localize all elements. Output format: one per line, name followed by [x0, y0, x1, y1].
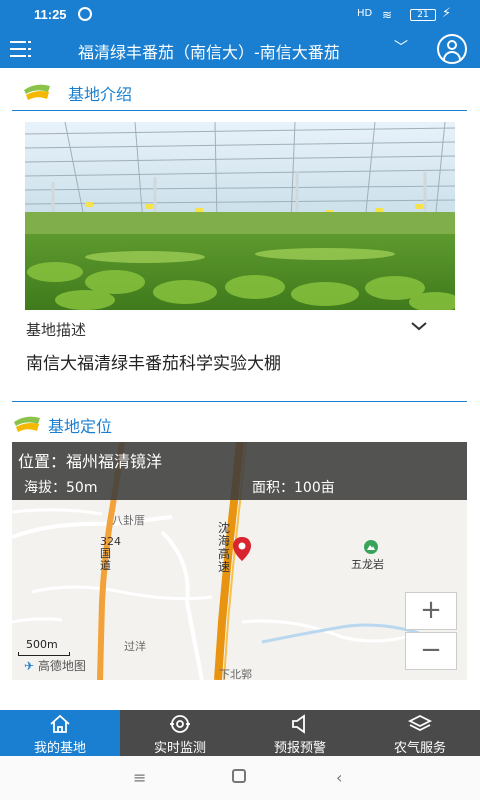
tab-label: 实时监测 [153, 741, 206, 756]
back-nav-icon[interactable]: ‹ [336, 768, 342, 787]
tab-label: 我的基地 [33, 741, 86, 756]
map-label: 324国道 [100, 535, 121, 572]
intro-section-header: 基地介绍 [0, 72, 480, 112]
charging-icon: ⚡ [442, 6, 452, 21]
user-icon[interactable] [437, 34, 467, 64]
alarm-icon [78, 7, 92, 21]
map-scale-label: 500m [26, 638, 58, 651]
description-text: 南信大福清绿丰番茄科学实验大棚 [26, 354, 281, 374]
map-scale-bar [18, 652, 70, 656]
description-label: 基地描述 [26, 321, 87, 339]
tab-my-base[interactable]: 我的基地 [0, 710, 120, 756]
chevron-down-icon[interactable]: ﹀ [394, 37, 408, 57]
map-label: 沈海高速 [218, 521, 231, 574]
amap-logo-icon: ✈ [24, 659, 35, 673]
tab-agri-weather-service[interactable]: 农气服务 [360, 710, 480, 756]
status-time: 11:25 [34, 7, 67, 22]
location-text: 位置：福州福清镜洋 [18, 452, 163, 471]
section-heading: 基地介绍 [68, 85, 133, 104]
system-nav-bar: ≡ ‹ [0, 756, 480, 800]
zoom-in-button[interactable]: + [405, 592, 457, 630]
divider [12, 401, 467, 402]
greenhouse-photo [25, 122, 455, 310]
tab-label: 农气服务 [393, 741, 446, 756]
wifi-icon: ≋ [382, 8, 393, 22]
divider [12, 110, 467, 111]
menu-nav-icon[interactable]: ≡ [133, 768, 146, 787]
mountain-icon [364, 540, 378, 554]
map-provider-logo: ✈ 高德地图 [24, 657, 86, 674]
signal-icon: HD [357, 8, 373, 19]
map-label: 下北郭 [219, 668, 252, 680]
menu-icon[interactable] [10, 39, 32, 59]
map-info-panel: 位置：福州福清镜洋 海拔：50m 面积：100亩 [12, 442, 467, 500]
altitude-text: 海拔：50m [24, 480, 98, 496]
status-bar: 11:25 HD ≋ 21 ⚡ [0, 0, 480, 30]
area-text: 面积：100亩 [252, 480, 335, 496]
battery-icon: 21 [410, 9, 436, 21]
bottom-tab-bar: 我的基地 实时监测 预报预警 农气服务 [0, 710, 480, 756]
map-label: 八卦厝 [112, 514, 145, 527]
speaker-icon [292, 714, 305, 734]
section-heading: 基地定位 [48, 417, 113, 436]
monitor-icon [170, 715, 190, 733]
map-label: 五龙岩 [351, 558, 384, 571]
map-label: 过洋 [124, 640, 146, 653]
app-bar: 福清绿丰番茄（南信大）-南信大番茄 ﹀ [0, 30, 480, 68]
base-map[interactable]: 八卦厝 沈海高速 五龙岩 过洋 下北郭 324国道 位置：福州福清镜洋 海拔：5… [12, 442, 467, 680]
home-nav-icon[interactable] [232, 769, 246, 783]
base-logo-icon [14, 416, 40, 432]
tab-label: 预报预警 [273, 741, 326, 756]
location-pin-icon[interactable] [232, 536, 252, 562]
tab-realtime-monitor[interactable]: 实时监测 [120, 710, 240, 756]
base-selector-title[interactable]: 福清绿丰番茄（南信大）-南信大番茄 [78, 39, 340, 63]
home-icon [50, 714, 70, 733]
chevron-down-icon[interactable] [410, 320, 428, 332]
zoom-out-button[interactable]: − [405, 632, 457, 670]
location-section-header: 基地定位 [0, 404, 480, 444]
map-provider-label: 高德地图 [37, 659, 86, 673]
tab-forecast-warning[interactable]: 预报预警 [240, 710, 360, 756]
base-logo-icon [24, 84, 50, 100]
layers-icon [408, 714, 432, 732]
